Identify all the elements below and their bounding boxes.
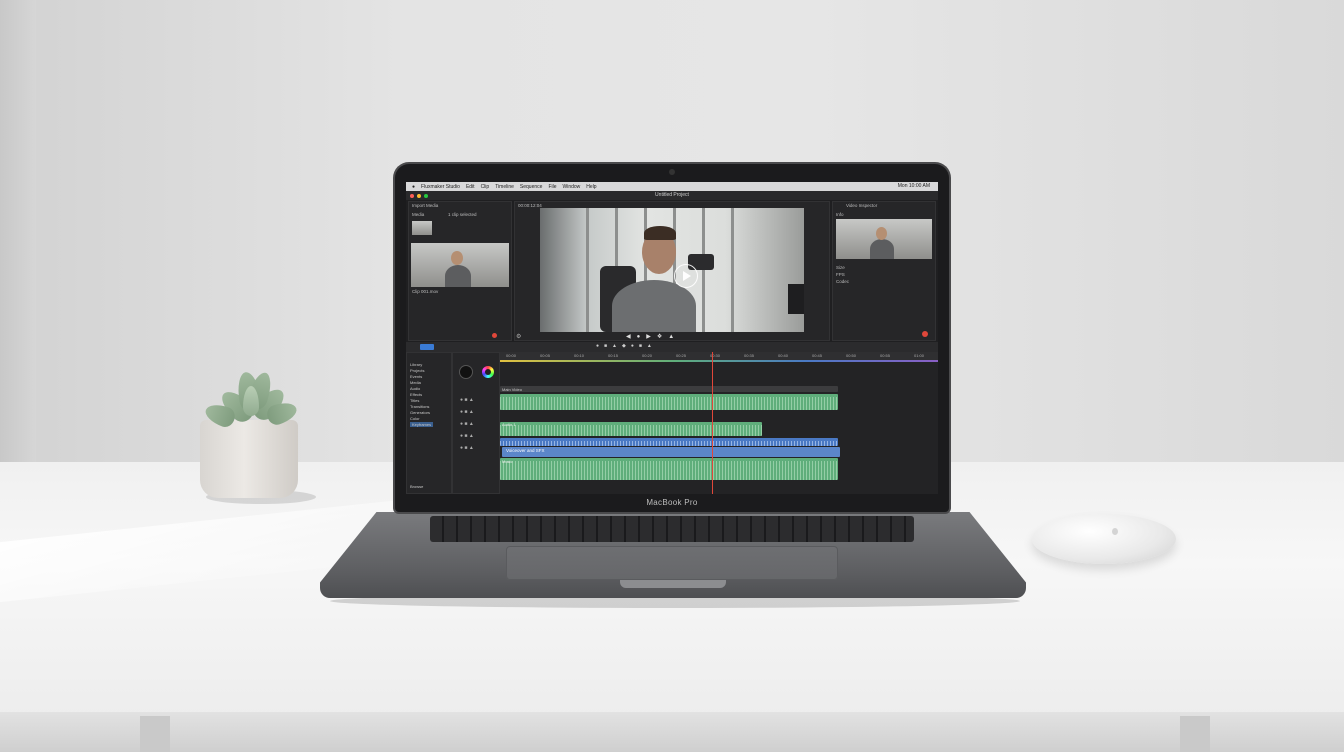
menu-edit[interactable]: Edit [466, 184, 475, 190]
menu-sequence[interactable]: Sequence [520, 184, 543, 190]
scope-icon[interactable] [460, 366, 472, 378]
sidebar-item-titles[interactable]: Titles [410, 398, 419, 403]
inspector-record-icon[interactable] [922, 331, 928, 337]
video-preview[interactable] [540, 208, 804, 332]
tick-label: 00:25 [676, 353, 687, 358]
inspector-row-fps: FPS [836, 272, 845, 277]
menu-help[interactable]: Help [586, 184, 596, 190]
desk-scene: MacBook Pro ● Fluxmaker Studio Edit Clip… [0, 0, 1344, 752]
lid-notch [620, 580, 726, 588]
timeline-toolbar: ●■▲◆●■▲ [406, 342, 938, 352]
trackpad [506, 546, 838, 580]
laptop-brand-label: MacBook Pro [646, 498, 698, 507]
media-section-label: Media [412, 212, 425, 217]
tick-label: 00:35 [744, 353, 755, 358]
tick-label: 00:10 [574, 353, 585, 358]
desk-leg-left [140, 716, 170, 752]
monitor [788, 284, 804, 314]
apple-logo-icon [1112, 528, 1118, 535]
tick-label: 00:00 [506, 353, 517, 358]
media-caption: Clip 001.mov [412, 289, 439, 294]
inspector-section: Info [836, 212, 844, 217]
track-controls[interactable]: ● ■ ▲ ● ■ ▲ ● ■ ▲ ● ■ ▲ ● ■ ▲ [460, 394, 474, 454]
sidebar-item-audio[interactable]: Audio [410, 386, 420, 391]
inspector-row-size: Size [836, 265, 845, 270]
media-panel-title: Import Media [412, 203, 439, 208]
camera-icon [669, 169, 675, 175]
sidebar-item-generators[interactable]: Generators [410, 410, 430, 415]
track-name-audio-1: Audio 1 [502, 422, 516, 427]
wall-edge [0, 0, 36, 520]
inspector-row-codec: Codec [836, 279, 850, 284]
desk-leg-right [1180, 716, 1210, 752]
media-thumbnail-small[interactable] [412, 221, 432, 235]
menu-bar: ● Fluxmaker Studio Edit Clip Timeline Se… [406, 182, 938, 191]
tick-label: 00:15 [608, 353, 619, 358]
desk-edge [0, 712, 1344, 752]
tick-label: 00:05 [540, 353, 551, 358]
menu-clip[interactable]: Clip [481, 184, 490, 190]
tick-label: 00:45 [812, 353, 823, 358]
sidebar-item-projects[interactable]: Projects [410, 368, 424, 373]
keyboard [430, 516, 914, 542]
tick-label: 01:00 [914, 353, 925, 358]
sidebar-item-events[interactable]: Events [410, 374, 422, 379]
track-headers: ● ■ ▲ ● ■ ▲ ● ■ ▲ ● ■ ▲ ● ■ ▲ [452, 352, 500, 494]
edit-tools[interactable]: ●■▲◆●■▲ [596, 343, 657, 349]
transport-controls[interactable]: ◀●▶❖▲ [626, 333, 680, 340]
plant-pot [200, 420, 298, 498]
browser-sidebar: Library Projects Events Media Audio Effe… [406, 352, 452, 494]
media-thumbnail-large[interactable] [411, 243, 509, 287]
inspector-panel: Video Inspector Info Size FPS Codec [832, 201, 936, 341]
track-name-main-video: Main Video [502, 387, 522, 392]
apple-menu-icon[interactable]: ● [412, 184, 415, 190]
track-name-music: Music [502, 459, 513, 464]
play-overlay-icon[interactable] [674, 264, 698, 288]
sidebar-item-library[interactable]: Library [410, 362, 422, 367]
inspector-title: Video Inspector [846, 203, 878, 208]
sidebar-item-transitions[interactable]: Transitions [410, 404, 429, 409]
sidebar-item-effects[interactable]: Effects [410, 392, 422, 397]
status-clock: Mon 10:00 AM [897, 183, 930, 189]
active-tool-button[interactable] [420, 344, 434, 350]
menu-timeline[interactable]: Timeline [495, 184, 514, 190]
playhead[interactable] [712, 352, 713, 494]
audio-clip-main[interactable] [500, 394, 838, 410]
sidebar-item-media[interactable]: Media [410, 380, 421, 385]
track-name-voiceover: Voiceover and SFX [506, 448, 545, 453]
window-title: Untitled Project [655, 192, 689, 198]
record-icon[interactable] [492, 333, 497, 338]
menu-file[interactable]: File [548, 184, 556, 190]
audio-clip-sfx[interactable] [500, 458, 838, 480]
menu-window[interactable]: Window [563, 184, 581, 190]
tick-label: 00:40 [778, 353, 789, 358]
media-panel: Import Media Media 1 clip selected Clip … [408, 201, 512, 341]
music-clip[interactable] [500, 438, 838, 446]
viewer-settings-icon[interactable]: ⚙ [516, 333, 521, 340]
inspector-thumbnail [836, 219, 932, 259]
tick-label: 00:55 [880, 353, 891, 358]
sidebar-footer[interactable]: Browse [410, 484, 423, 489]
sidebar-item-color[interactable]: Color [410, 416, 420, 421]
color-wheel-icon[interactable] [482, 366, 494, 378]
menu-app[interactable]: Fluxmaker Studio [421, 184, 460, 190]
magic-mouse [1032, 514, 1176, 564]
tick-label: 00:50 [846, 353, 857, 358]
media-meta: 1 clip selected [448, 212, 477, 217]
timeline-ruler[interactable]: 00:00 00:05 00:10 00:15 00:20 00:25 00:3… [500, 352, 938, 360]
tick-label: 00:20 [642, 353, 653, 358]
person-hair [644, 226, 676, 240]
viewer-timecode: 00:00:12:04 [518, 203, 542, 208]
laptop-screen: ● Fluxmaker Studio Edit Clip Timeline Se… [406, 182, 938, 494]
sidebar-item-keyframes[interactable]: Keyframes [410, 422, 434, 427]
